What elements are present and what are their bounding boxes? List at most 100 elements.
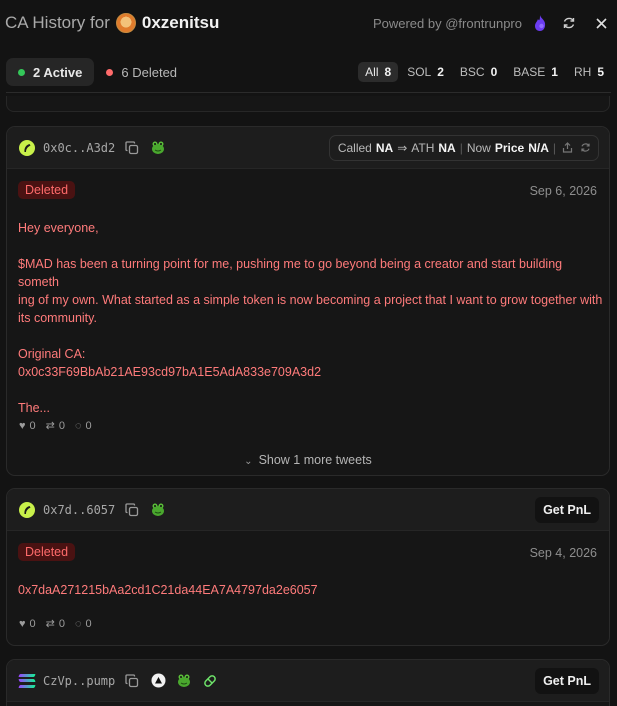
likes-count: 0 (29, 617, 36, 630)
tweet-line (18, 237, 603, 255)
filter-active[interactable]: 2 Active (6, 58, 95, 86)
chain-filter-rh[interactable]: RH 5 (567, 62, 611, 82)
price-value: N/A (528, 140, 549, 155)
refresh-stats-button[interactable] (578, 139, 592, 157)
now-label: Now (466, 140, 491, 155)
likes[interactable]: ♥ 0 (19, 617, 36, 630)
heart-icon: ♥ (19, 617, 26, 630)
status-badge-wrap: Deleted (18, 543, 76, 561)
tweet-line: $MAD has been a turning point for me, pu… (18, 257, 563, 289)
retweets-count: 0 (58, 419, 65, 432)
filter-deleted-label: 6 Deleted (121, 64, 178, 80)
flame-icon (535, 15, 546, 31)
share-icon (562, 142, 572, 153)
retweets[interactable]: ⇄ 0 (45, 419, 65, 433)
tweet-line (18, 381, 603, 399)
arrow: ⇒ (397, 140, 408, 155)
active-dot (18, 68, 25, 76)
tweet-line: Hey everyone, (18, 221, 99, 235)
replies[interactable]: ◌ 0 (75, 617, 92, 630)
ca-card: 0x0c..A3d2 Called NA ⇒ ATH NA | Now Pric… (6, 126, 610, 476)
chain-filter-bsc[interactable]: BSC 0 (453, 62, 504, 82)
copy-icon (125, 140, 139, 154)
chain-filter-base[interactable]: BASE 1 (506, 62, 565, 82)
pill-icon[interactable] (201, 672, 219, 690)
filter-deleted[interactable]: 6 Deleted (94, 58, 189, 86)
page-title-prefix: CA History for (5, 13, 110, 32)
filter-active-label: 2 Active (33, 64, 83, 80)
ca-card: CzVp..pump Get PnL (6, 659, 610, 706)
powered-by-link[interactable]: Powered by @frontrunpro (373, 16, 522, 31)
chain-count: 5 (597, 65, 604, 79)
chain-label: All (365, 65, 379, 79)
robinhood-chain-icon (19, 501, 35, 518)
tweet-line: ing of my own. What started as a simple … (18, 293, 603, 307)
frog-icon[interactable] (149, 501, 167, 519)
solana-chain-icon (18, 673, 36, 688)
ath-value: NA (438, 140, 456, 155)
tweet-line: Original CA: (18, 347, 86, 361)
retweet-icon: ⇄ (45, 618, 55, 630)
token-address[interactable]: CzVp..pump (43, 674, 115, 688)
axiom-icon[interactable] (149, 672, 167, 690)
header-actions: Powered by @frontrunpro (373, 12, 612, 34)
copy-icon (125, 502, 139, 516)
frog-icon[interactable] (149, 139, 167, 157)
tweet-line: 0x7daA271215bAa2cd1C21da44EA7A4797da2e60… (18, 583, 318, 597)
ca-card: 0x7d..6057 Get PnL Deleted Sep 4, 2026 0… (6, 488, 610, 646)
close-icon (595, 17, 607, 29)
tweet-text[interactable]: Hey everyone, $MAD has been a turning po… (18, 219, 603, 417)
chain-filter-all[interactable]: All 8 (358, 62, 399, 82)
refresh-button[interactable] (558, 12, 580, 34)
filter-row: 2 Active 6 Deleted All 8 SOL 2 BSC 0 BASE 1 … (0, 56, 617, 88)
tweet-text[interactable]: 0x7daA271215bAa2cd1C21da44EA7A4797da2e60… (18, 581, 603, 599)
show-more-label: Show 1 more tweets (258, 453, 372, 467)
reply-icon: ◌ (75, 419, 82, 432)
copy-button[interactable] (123, 501, 141, 519)
user-avatar (115, 13, 136, 33)
copy-icon (125, 673, 139, 687)
username[interactable]: 0xzenitsu (142, 13, 219, 33)
called-value: NA (375, 140, 394, 155)
card-header: 0x7d..6057 Get PnL (7, 489, 609, 531)
heart-icon: ♥ (19, 419, 26, 432)
get-pnl-button[interactable]: Get PnL (535, 667, 599, 694)
copy-button[interactable] (123, 139, 141, 157)
chain-filter-sol[interactable]: SOL 2 (400, 62, 451, 82)
refresh-icon (580, 143, 590, 152)
retweets[interactable]: ⇄ 0 (45, 617, 65, 631)
called-label: Called (337, 140, 372, 155)
replies-count: 0 (85, 419, 92, 432)
deleted-dot (106, 68, 114, 76)
replies[interactable]: ◌ 0 (75, 419, 92, 432)
share-button[interactable] (560, 139, 574, 157)
likes[interactable]: ♥ 0 (19, 419, 36, 432)
card-header-right: Get PnL (535, 496, 599, 523)
chain-label: BSC (459, 65, 485, 79)
copy-button[interactable] (123, 672, 141, 690)
retweets-count: 0 (58, 617, 65, 630)
tweet-line (18, 327, 603, 345)
close-button[interactable] (590, 12, 612, 34)
retweet-icon: ⇄ (45, 420, 55, 432)
card-header: CzVp..pump Get PnL (7, 660, 609, 702)
tweet-metrics: ♥ 0 ⇄ 0 ◌ 0 (19, 419, 92, 433)
likes-count: 0 (29, 419, 36, 432)
token-address[interactable]: 0x0c..A3d2 (43, 141, 115, 155)
tweet-line: its community. (18, 311, 97, 325)
get-pnl-button[interactable]: Get PnL (535, 496, 599, 523)
chain-label: BASE (513, 65, 546, 79)
status-badge-wrap: Deleted (18, 181, 76, 199)
tweet-date: Sep 6, 2026 (529, 184, 597, 198)
chain-filters: All 8 SOL 2 BSC 0 BASE 1 RH 5 (358, 62, 611, 82)
token-address[interactable]: 0x7d..6057 (43, 503, 115, 517)
chain-count: 2 (437, 65, 444, 79)
status-badge: Deleted (18, 543, 76, 561)
separator: | (459, 140, 463, 155)
frog-icon[interactable] (175, 672, 193, 690)
tweet-line: 0x0c33F69BbAb21AE93cd97bA1E5AdA833e709A3… (18, 365, 322, 379)
ath-label: ATH (411, 140, 435, 155)
chevron-down-icon: ⌄ (244, 456, 253, 467)
refresh-icon (563, 17, 575, 29)
show-more-tweets-button[interactable]: ⌄ Show 1 more tweets (7, 453, 609, 467)
